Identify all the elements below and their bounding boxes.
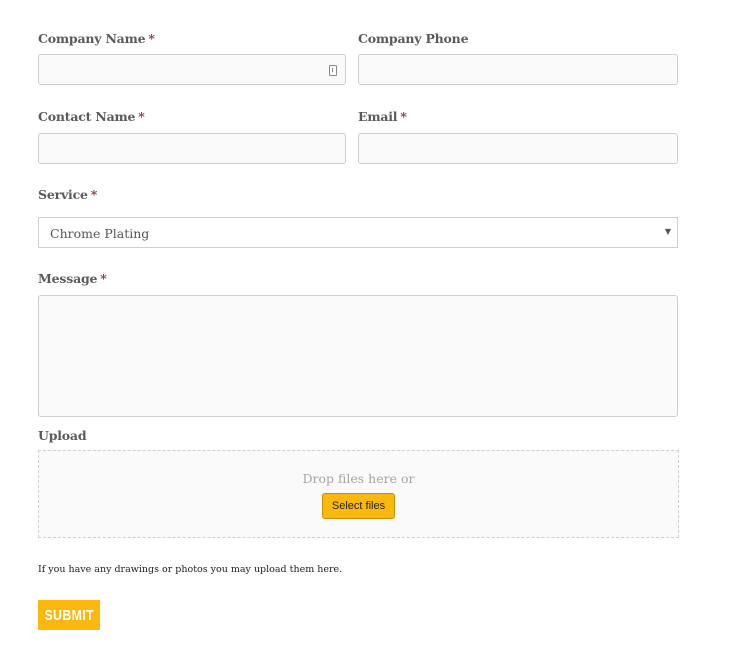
drop-files-text: Drop files here or	[302, 471, 415, 486]
required-mark: *	[90, 187, 98, 202]
contact-name-field[interactable]	[38, 133, 346, 164]
required-mark: *	[100, 271, 107, 286]
contact-name-label: Contact Name *	[38, 109, 145, 124]
message-label-text: Message	[38, 271, 98, 286]
email-label-text: Email	[358, 109, 398, 124]
email-input[interactable]	[359, 134, 677, 163]
service-label: Service *	[38, 187, 97, 202]
required-mark: *	[400, 109, 407, 124]
required-mark: *	[138, 109, 145, 124]
service-selected-value: Chrome Plating	[50, 226, 150, 241]
company-phone-label-text: Company Phone	[358, 31, 469, 46]
company-name-input[interactable]	[39, 55, 345, 84]
email-label: Email *	[358, 109, 407, 124]
message-label: Message *	[38, 271, 107, 286]
service-label-text: Service	[38, 187, 88, 202]
message-textarea[interactable]	[38, 295, 678, 417]
email-field[interactable]	[358, 133, 678, 164]
contact-name-input[interactable]	[39, 134, 345, 163]
service-select[interactable]: Chrome Plating ▼	[38, 217, 678, 248]
upload-label: Upload	[38, 428, 87, 443]
company-phone-label: Company Phone	[358, 31, 469, 46]
company-name-label: Company Name *	[38, 31, 155, 46]
select-files-button[interactable]: Select files	[322, 493, 395, 519]
file-dropzone[interactable]: Drop files here or Select files	[38, 450, 679, 538]
upload-label-text: Upload	[38, 428, 87, 443]
required-mark: *	[148, 31, 155, 46]
dropdown-arrow-icon[interactable]: ▼	[665, 227, 671, 236]
upload-help-text: If you have any drawings or photos you m…	[38, 564, 343, 575]
company-name-label-text: Company Name	[38, 31, 146, 46]
company-phone-field[interactable]	[358, 54, 678, 85]
contact-card-icon[interactable]	[329, 65, 337, 76]
company-name-field[interactable]	[38, 54, 346, 85]
contact-name-label-text: Contact Name	[38, 109, 136, 124]
submit-button[interactable]: SUBMIT	[38, 600, 100, 630]
company-phone-input[interactable]	[359, 55, 677, 84]
submit-button-label: SUBMIT	[44, 606, 94, 624]
